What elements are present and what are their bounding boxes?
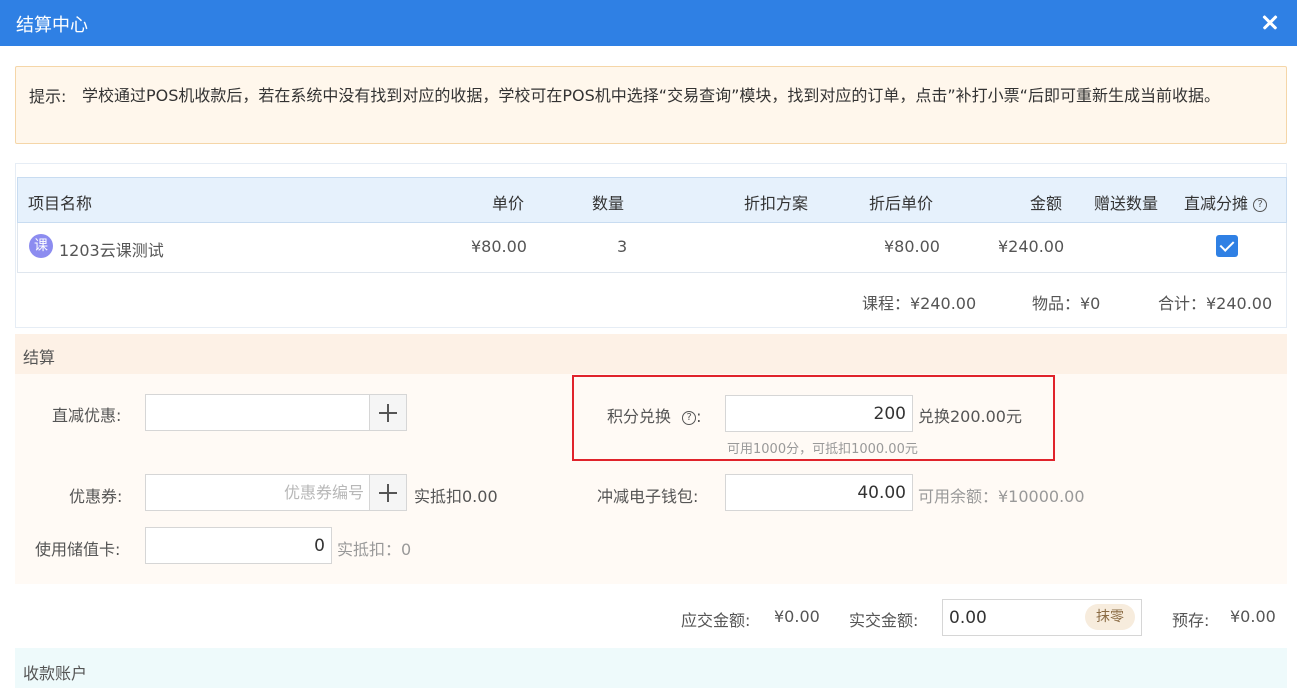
notice-text: 学校通过POS机收款后，若在系统中没有找到对应的收据，学校可在POS机中选择“交… <box>82 86 1220 105</box>
notice-label: 提示: <box>29 87 67 106</box>
coupon-label: 优惠券: <box>69 487 123 506</box>
row-amount: ¥240.00 <box>998 237 1065 256</box>
stored-card-deduct-text: 实抵扣：0 <box>337 540 412 559</box>
col-unit-price: 单价 <box>492 194 525 213</box>
prepaid-label: 预存: <box>1172 611 1210 630</box>
direct-discount-input[interactable] <box>145 394 371 431</box>
due-label: 应交金额: <box>681 611 751 630</box>
paid-label: 实交金额: <box>849 611 919 630</box>
coupon-input[interactable] <box>145 474 371 511</box>
settlement-title: 结算 <box>23 348 56 367</box>
col-discounted-price: 折后单价 <box>869 194 934 213</box>
wallet-input[interactable] <box>725 474 913 511</box>
coupon-deduct-text: 实抵扣0.00 <box>414 487 498 506</box>
direct-discount-label: 直减优惠: <box>52 406 122 425</box>
stored-card-input[interactable] <box>145 527 332 564</box>
col-direct-split: 直减分摊 ? <box>1184 190 1268 214</box>
col-name: 项目名称 <box>28 194 93 213</box>
wallet-label: 冲减电子钱包: <box>597 487 699 506</box>
round-off-button[interactable]: 抹零 <box>1085 604 1135 630</box>
row-unit-price: ¥80.00 <box>471 237 527 256</box>
row-discounted-price: ¥80.00 <box>884 237 940 256</box>
summary-total: 合计：¥240.00 <box>1158 294 1273 313</box>
course-icon: 课 <box>29 234 53 258</box>
summary-course: 课程：¥240.00 <box>862 294 977 313</box>
table-row: 课 1203云课测试 ¥80.00 3 ¥80.00 ¥240.00 <box>17 223 1287 273</box>
account-header: 收款账户 <box>15 648 1287 688</box>
dialog-title: 结算中心 <box>16 15 88 36</box>
row-name: 1203云课测试 <box>59 241 164 260</box>
plus-icon[interactable] <box>369 394 407 431</box>
plus-icon[interactable] <box>369 474 407 511</box>
row-quantity: 3 <box>617 237 628 256</box>
items-table: 项目名称 单价 数量 折扣方案 折后单价 金额 赠送数量 直减分摊 ? 课 12… <box>15 163 1287 328</box>
help-icon[interactable]: ? <box>1253 198 1268 212</box>
table-header: 项目名称 单价 数量 折扣方案 折后单价 金额 赠送数量 直减分摊 ? <box>17 177 1287 223</box>
wallet-balance-text: 可用余额：¥10000.00 <box>918 487 1085 506</box>
col-gift-qty: 赠送数量 <box>1094 194 1159 213</box>
col-amount: 金额 <box>1030 194 1063 213</box>
prepaid-value: ¥0.00 <box>1230 607 1276 626</box>
dialog-titlebar: 结算中心 <box>0 0 1297 46</box>
col-quantity: 数量 <box>592 194 625 213</box>
summary-goods: 物品：¥0 <box>1032 294 1101 313</box>
direct-split-checkbox[interactable] <box>1216 235 1238 257</box>
account-title: 收款账户 <box>23 664 88 683</box>
highlight-box <box>572 375 1055 461</box>
col-direct-split-label: 直减分摊 <box>1184 194 1249 213</box>
due-value: ¥0.00 <box>774 607 820 626</box>
stored-card-label: 使用储值卡: <box>35 540 121 559</box>
close-icon[interactable] <box>1257 9 1283 35</box>
notice-banner: 提示: 学校通过POS机收款后，若在系统中没有找到对应的收据，学校可在POS机中… <box>15 66 1287 144</box>
col-discount-plan: 折扣方案 <box>744 194 809 213</box>
settlement-header: 结算 <box>15 334 1287 374</box>
